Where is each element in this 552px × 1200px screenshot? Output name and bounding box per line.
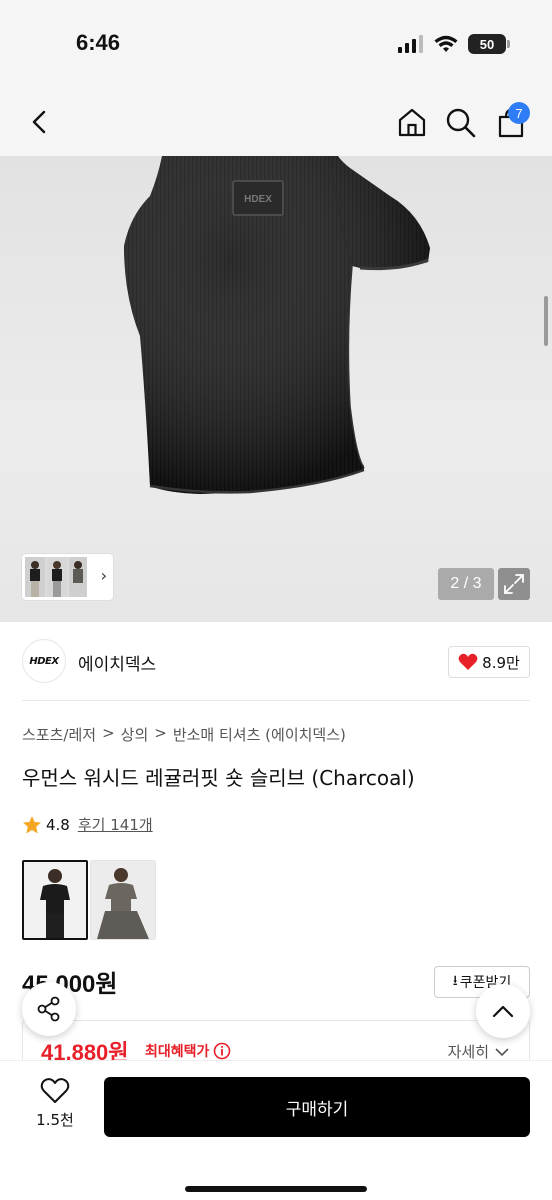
benefit-label: 최대혜택가 <box>145 1044 210 1060</box>
color-option-gray[interactable] <box>90 860 156 940</box>
breadcrumb: 스포츠/레저 > 상의 > 반소매 티셔츠 (에이치덱스) <box>22 724 346 745</box>
breadcrumb-item[interactable]: 스포츠/레저 <box>22 724 96 745</box>
benefit-detail-label: 자세히 <box>447 1043 489 1061</box>
chevron-up-icon <box>492 1005 514 1018</box>
buy-button[interactable]: 구매하기 <box>104 1077 530 1137</box>
divider <box>22 700 530 701</box>
gallery-thumb-image <box>25 557 87 597</box>
rating-row: 4.8 후기 141개 <box>22 814 153 835</box>
battery-icon: 50 <box>468 34 510 54</box>
status-time: 6:46 <box>76 30 121 55</box>
rating-value: 4.8 <box>46 815 70 834</box>
color-option-image <box>91 861 155 939</box>
search-icon[interactable] <box>444 106 478 140</box>
scroll-indicator <box>544 296 548 346</box>
color-option-charcoal[interactable] <box>22 860 88 940</box>
wishlist-button[interactable]: 1.5천 <box>22 1077 88 1130</box>
wifi-icon <box>434 35 458 52</box>
color-option-image <box>24 862 86 938</box>
brand-logo[interactable]: HDEX <box>22 639 66 683</box>
product-image: HDEX <box>124 156 430 494</box>
chevron-right-icon[interactable]: › <box>101 566 107 585</box>
info-icon[interactable] <box>213 1042 231 1060</box>
star-icon <box>23 815 41 833</box>
breadcrumb-item[interactable]: 상의 <box>121 724 149 745</box>
gallery-thumbnails[interactable]: › <box>22 554 113 600</box>
signal-icon <box>398 35 423 53</box>
cart-count-badge: 7 <box>508 102 530 124</box>
product-image-gallery[interactable]: HDEX <box>0 156 552 622</box>
bottom-action-bar: 1.5천 구매하기 <box>0 1060 552 1200</box>
share-icon <box>37 996 60 1022</box>
status-icons: 50 <box>398 34 510 54</box>
heart-filled-icon <box>458 653 478 670</box>
download-icon: ⭳ <box>452 973 458 989</box>
brand-row[interactable]: HDEX 에이치덱스 8.9만 <box>0 622 552 702</box>
scroll-to-top-button[interactable] <box>476 984 530 1038</box>
image-page-counter: 2 / 3 <box>438 568 494 600</box>
chevron-down-icon <box>495 1047 509 1056</box>
product-title: 우먼스 워시드 레귤러핏 숏 슬리브 (Charcoal) <box>22 766 415 790</box>
like-count: 8.9만 <box>482 653 520 672</box>
breadcrumb-item[interactable]: 반소매 티셔츠 (에이치덱스) <box>173 724 346 745</box>
wishlist-count: 1.5천 <box>36 1111 74 1129</box>
home-icon[interactable] <box>396 106 428 138</box>
heart-outline-icon <box>40 1078 70 1103</box>
expand-icon[interactable] <box>498 568 530 600</box>
status-bar: 6:46 50 <box>0 0 552 90</box>
back-icon[interactable] <box>24 106 56 138</box>
breadcrumb-separator-icon: > <box>102 724 115 742</box>
home-indicator <box>185 1186 367 1192</box>
share-button[interactable] <box>22 982 76 1036</box>
like-button[interactable]: 8.9만 <box>448 646 530 678</box>
brand-name[interactable]: 에이치덱스 <box>78 650 156 675</box>
nav-bar <box>0 90 552 156</box>
review-count-link[interactable]: 후기 141개 <box>78 814 153 835</box>
logo-patch-text: HDEX <box>244 194 272 205</box>
benefit-label-row: 최대혜택가 <box>145 1041 231 1061</box>
breadcrumb-separator-icon: > <box>154 724 167 742</box>
benefit-detail-link[interactable]: 자세히 <box>448 1041 509 1062</box>
